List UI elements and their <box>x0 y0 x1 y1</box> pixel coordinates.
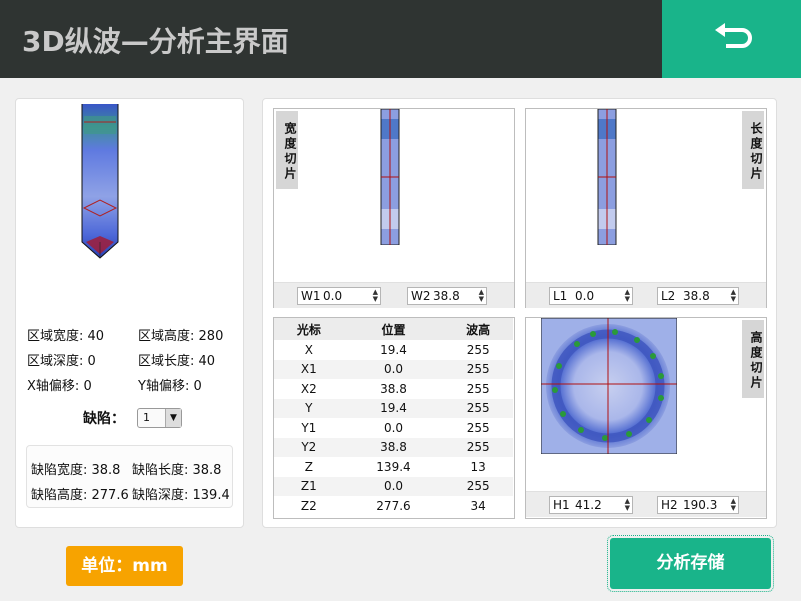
height-slice-label: 高度切片 <box>742 320 764 398</box>
3d-model-view <box>81 104 119 259</box>
chevron-down-icon: ▼ <box>165 409 181 427</box>
h2-input[interactable]: H2 190.3 ▲ ▼ <box>657 496 739 514</box>
spinner-arrows-icon[interactable]: ▲ ▼ <box>731 498 736 512</box>
table-row: Z 139.4 13 <box>304 459 486 474</box>
analysis-save-button[interactable]: 分析存储 <box>607 535 774 592</box>
h1-input[interactable]: H1 41.2 ▲ ▼ <box>549 496 633 514</box>
spinner-arrows-icon[interactable]: ▲ ▼ <box>373 289 378 303</box>
table-row: Y2 38.8 255 <box>274 437 513 457</box>
right-panel: 宽度切片 W1 0.0 ▲ ▼ W2 38.8 ▲ ▼ 长度切片 L1 0.0 … <box>262 98 777 528</box>
cursor-table-box: 光标 位置 波高 X 19.4 255 X1 0.0 255 X2 38.8 255 Y 19… <box>273 317 515 519</box>
defect-depth: 缺陷深度: 139.4 <box>132 488 230 503</box>
width-slice-controls: W1 0.0 ▲ ▼ W2 38.8 ▲ ▼ <box>274 282 514 308</box>
undo-arrow-icon <box>714 23 752 48</box>
table-header: 位置 <box>343 318 444 340</box>
spinner-arrows-icon[interactable]: ▲ ▼ <box>479 289 484 303</box>
length-slice-label: 长度切片 <box>742 111 764 189</box>
defect-width: 缺陷宽度: 38.8 <box>31 463 121 478</box>
table-row: X1 0.0 255 <box>274 359 513 379</box>
defect-length: 缺陷长度: 38.8 <box>132 463 222 478</box>
region-depth: 区域深度: 0 <box>27 354 96 369</box>
width-slice-label: 宽度切片 <box>276 111 298 189</box>
spinner-arrows-icon[interactable]: ▲ ▼ <box>731 289 736 303</box>
defect-height: 缺陷高度: 277.6 <box>31 488 129 503</box>
defect-label: 缺陷： <box>83 411 125 427</box>
back-button[interactable] <box>662 0 801 78</box>
table-row: Z1 0.0 255 <box>274 476 513 496</box>
length-slice-view: 长度切片 L1 0.0 ▲ ▼ L2 38.8 ▲ ▼ <box>525 108 767 308</box>
table-row: Z2 277.6 34 <box>300 498 486 513</box>
region-length: 区域长度: 40 <box>138 354 216 369</box>
table-row: X 19.4 255 <box>304 342 490 357</box>
unit-badge: 单位：mm <box>66 546 183 586</box>
height-slice-image <box>541 318 677 454</box>
table-row: X2 38.8 255 <box>300 381 490 396</box>
header-bar: 3D纵波—分析主界面 <box>0 0 801 78</box>
table-header: 光标 <box>274 318 344 340</box>
length-slice-image <box>597 109 617 245</box>
w2-input[interactable]: W2 38.8 ▲ ▼ <box>407 287 487 305</box>
cursor-table: 光标 位置 波高 X 19.4 255 X1 0.0 255 X2 38.8 255 Y 19… <box>274 318 513 516</box>
left-panel: 区域宽度: 40 区域高度: 280 区域深度: 0 区域长度: 40 X轴偏移… <box>15 98 244 528</box>
width-slice-image <box>380 109 400 245</box>
x-axis-offset: X轴偏移: 0 <box>27 379 92 394</box>
height-slice-controls: H1 41.2 ▲ ▼ H2 190.3 ▲ ▼ <box>526 491 766 517</box>
l2-input[interactable]: L2 38.8 ▲ ▼ <box>657 287 739 305</box>
width-slice-view: 宽度切片 W1 0.0 ▲ ▼ W2 38.8 ▲ ▼ <box>273 108 515 308</box>
y-axis-offset: Y轴偏移: 0 <box>138 379 202 394</box>
region-width: 区域宽度: 40 <box>27 329 105 344</box>
defect-select[interactable]: 1 ▼ <box>137 408 182 428</box>
height-slice-view: 高度切片 H1 41.2 ▲ ▼ H2 190.3 ▲ ▼ <box>525 317 767 519</box>
table-header: 波高 <box>443 318 513 340</box>
w1-input[interactable]: W1 0.0 ▲ ▼ <box>297 287 381 305</box>
defect-info-box: 缺陷宽度: 38.8 缺陷长度: 38.8 缺陷高度: 277.6 缺陷深度: … <box>26 445 233 508</box>
table-row: Y 19.4 255 <box>274 398 513 418</box>
spinner-arrows-icon[interactable]: ▲ ▼ <box>625 498 630 512</box>
spinner-arrows-icon[interactable]: ▲ ▼ <box>625 289 630 303</box>
table-row: Y1 0.0 255 <box>301 420 490 435</box>
page-title: 3D纵波—分析主界面 <box>22 25 289 58</box>
region-height: 区域高度: 280 <box>138 329 224 344</box>
length-slice-controls: L1 0.0 ▲ ▼ L2 38.8 ▲ ▼ <box>526 282 766 308</box>
l1-input[interactable]: L1 0.0 ▲ ▼ <box>549 287 633 305</box>
